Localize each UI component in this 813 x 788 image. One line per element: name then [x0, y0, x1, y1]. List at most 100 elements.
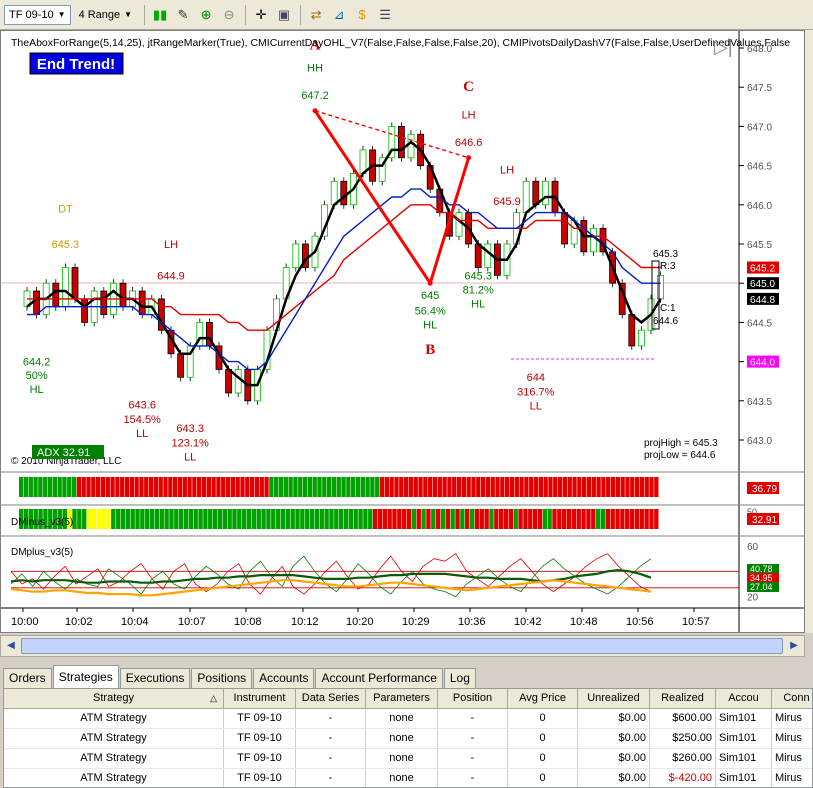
dminus-cell	[232, 509, 237, 529]
instrument-selector[interactable]: TF 09-10 ▼	[4, 4, 71, 25]
dminus-cell	[474, 509, 480, 529]
dminus-cell	[368, 509, 373, 529]
col-strategy[interactable]: Strategy △	[4, 689, 224, 708]
strength-cell	[47, 477, 53, 497]
dminus-cell	[639, 509, 644, 529]
drawing-tool-icon[interactable]: ✎	[172, 4, 194, 26]
cell-strategy: ATM Strategy	[4, 749, 224, 768]
strength-cell	[428, 477, 433, 497]
strength-cell	[312, 477, 317, 497]
scroll-right-icon[interactable]: ▶	[786, 638, 802, 654]
tab-orders[interactable]: Orders	[3, 668, 52, 688]
dminus-cell	[309, 509, 315, 529]
swing-label: 50%	[26, 370, 48, 382]
dminus-cell	[455, 509, 460, 529]
dminus-cell	[542, 509, 547, 529]
strength-cell	[399, 477, 404, 497]
col-account[interactable]: Accou	[716, 689, 772, 708]
dminus-cell	[96, 509, 101, 529]
horizontal-scrollbar[interactable]: ◀ ▶	[0, 635, 805, 657]
dminus-cell	[654, 509, 659, 529]
dminus-cell	[377, 509, 383, 529]
strength-cell	[245, 477, 250, 497]
col-avg-price[interactable]: Avg Price	[508, 689, 578, 708]
cell-data-series: -	[296, 769, 366, 787]
scroll-thumb[interactable]	[21, 638, 783, 654]
strength-cell	[452, 477, 457, 497]
dminus-cell	[82, 509, 87, 529]
strength-cell	[298, 477, 303, 497]
dminus-label: DMinus_v3(5)	[11, 517, 73, 528]
cell-parameters: none	[366, 709, 438, 728]
table-row[interactable]: ATM Strategy TF 09-10- none -0 $0.00 $260.00 S…	[4, 749, 812, 769]
col-instrument[interactable]: Instrument	[224, 689, 296, 708]
zoom-out-icon[interactable]: ⊖	[218, 4, 240, 26]
strength-cell	[577, 477, 582, 497]
price-tick-label: 644.5	[747, 318, 772, 329]
strength-cell	[211, 477, 216, 497]
price-tick-label: 645.5	[747, 240, 772, 251]
scroll-left-icon[interactable]: ◀	[3, 638, 19, 654]
col-data-series[interactable]: Data Series	[296, 689, 366, 708]
price-bar	[81, 298, 88, 323]
table-row[interactable]: ATM Strategy TF 09-10- none -0 $0.00 $-420.00…	[4, 769, 812, 787]
tab-strategies[interactable]: Strategies	[52, 665, 119, 688]
price-bar	[71, 267, 79, 300]
scroll-end-icon[interactable]: ▷|	[714, 37, 733, 57]
col-connection[interactable]: Conn	[772, 689, 812, 708]
data-box-icon[interactable]: ☰	[374, 4, 396, 26]
strength-cell	[148, 477, 154, 497]
strength-cell	[52, 477, 57, 497]
cell-data-series: -	[296, 749, 366, 768]
strength-cell	[582, 477, 587, 497]
tab-log[interactable]: Log	[443, 668, 476, 688]
col-realized[interactable]: Realized	[650, 689, 716, 708]
dminus-cell	[372, 509, 378, 529]
dminus-cell	[435, 509, 441, 529]
swing-label: 645	[421, 290, 439, 302]
instrument-value: TF 09-10	[9, 8, 54, 21]
dmplus-tick-label: 20	[747, 593, 759, 604]
col-position[interactable]: Position	[438, 689, 508, 708]
cell-account: Sim101	[716, 749, 772, 768]
strength-cell	[67, 477, 72, 497]
strength-cell	[336, 477, 341, 497]
properties-icon[interactable]: ▣	[273, 4, 295, 26]
col-unrealized[interactable]: Unrealized	[578, 689, 650, 708]
dollar-icon[interactable]: $	[351, 4, 373, 26]
zoom-in-icon[interactable]: ⊕	[195, 4, 217, 26]
dminus-cell	[600, 509, 606, 529]
price-chart[interactable]: 644.250% HL DT 645.3 LH 644.9 643.6 154.5% LL 643…	[1, 31, 804, 632]
strategies-icon[interactable]: ⇄	[305, 4, 327, 26]
time-tick-label: 10:36	[458, 616, 486, 628]
chart-area[interactable]: 644.2 50% HL DT 645.3 LH 644.9 643.6 154.5% LL 643…	[0, 30, 805, 633]
vertical-scrollbar[interactable]	[805, 30, 813, 633]
dminus-cell	[591, 509, 596, 529]
dmplus-value-label: 27.04	[750, 582, 773, 592]
strength-cell	[249, 477, 255, 497]
crosshair-icon[interactable]: ✛	[250, 4, 272, 26]
strength-cell	[538, 477, 544, 497]
dminus-cell	[285, 509, 291, 529]
cell-position: -	[438, 729, 508, 748]
price-bar	[330, 180, 338, 206]
bar-style-icon[interactable]: ▮▮	[149, 4, 171, 26]
col-strategy-label: Strategy	[93, 692, 134, 704]
dminus-cell	[222, 509, 227, 529]
interval-selector[interactable]: 4 Range ▼	[75, 5, 137, 25]
table-row[interactable]: ATM Strategy TF 09-10- none -0 $0.00 $600.00 S…	[4, 709, 812, 729]
tab-accounts[interactable]: Accounts	[253, 668, 315, 688]
strength-cell	[485, 477, 491, 497]
table-row[interactable]: ATM Strategy TF 09-10- none -0 $0.00 $250.00 S…	[4, 729, 812, 749]
dminus-cell	[450, 509, 455, 529]
tab-executions[interactable]: Executions	[119, 668, 191, 688]
price-marker-label: 645.0	[750, 279, 775, 290]
indicators-icon[interactable]: ⊿	[328, 4, 350, 26]
tab-account-performance[interactable]: Account Performance	[315, 668, 443, 688]
tab-positions[interactable]: Positions	[191, 668, 253, 688]
col-parameters[interactable]: Parameters	[366, 689, 438, 708]
dminus-cell	[188, 509, 194, 529]
strength-cell	[606, 477, 611, 497]
dminus-cell	[203, 509, 208, 529]
time-tick-label: 10:12	[291, 616, 319, 628]
